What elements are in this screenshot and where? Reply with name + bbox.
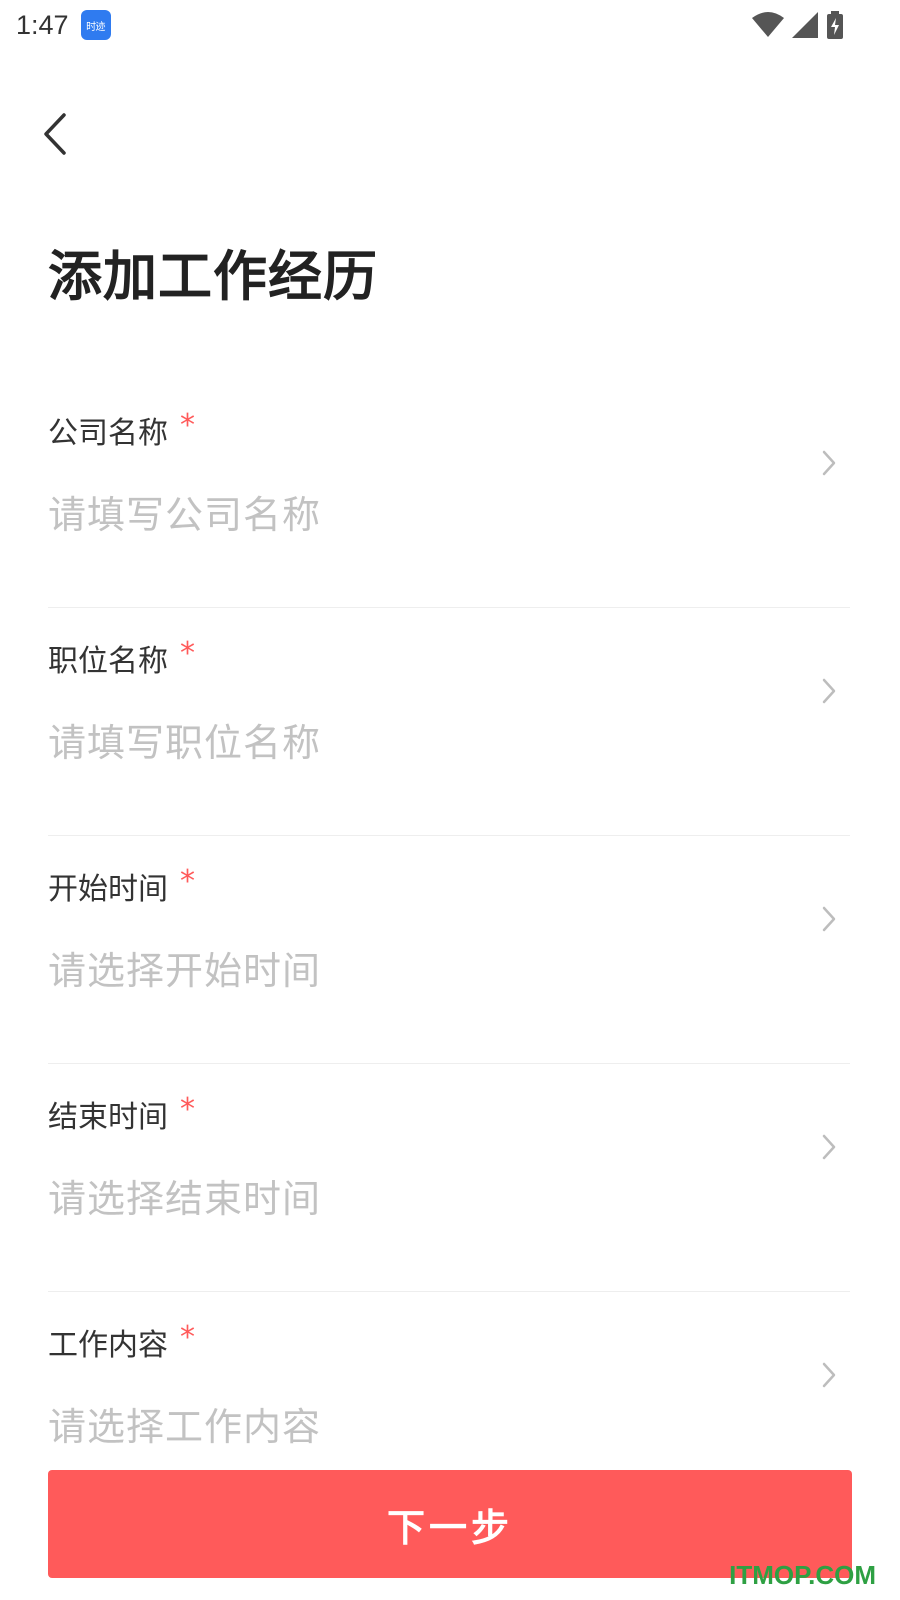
field-label: 公司名称 <box>48 416 168 451</box>
page-title: 添加工作经历 <box>48 245 378 308</box>
field-placeholder: 请选择工作内容 <box>48 1405 322 1449</box>
status-time: 1:47 <box>16 9 69 40</box>
chevron-right-icon <box>818 446 840 480</box>
position-name-field[interactable]: 职位名称 * 请填写职位名称 <box>48 608 850 836</box>
field-placeholder: 请选择结束时间 <box>48 1177 322 1221</box>
screen: 1:47 时迹 添加工作经历 公司名称 * 请填写公司名称 职位名称 * 请填写… <box>0 0 900 1600</box>
required-mark: * <box>180 408 195 443</box>
status-left: 1:47 时迹 <box>16 10 111 41</box>
chevron-right-icon <box>818 674 840 708</box>
field-placeholder: 请填写职位名称 <box>48 721 322 765</box>
watermark: ITMOP.COM <box>729 1560 876 1590</box>
chevron-right-icon <box>818 1130 840 1164</box>
company-name-field[interactable]: 公司名称 * 请填写公司名称 <box>48 380 850 608</box>
field-label: 职位名称 <box>48 644 168 679</box>
status-right <box>752 11 844 39</box>
field-placeholder: 请选择开始时间 <box>48 949 322 993</box>
signal-icon <box>792 12 818 38</box>
app-badge-icon: 时迹 <box>80 10 111 40</box>
chevron-left-icon <box>44 113 66 155</box>
start-time-field[interactable]: 开始时间 * 请选择开始时间 <box>48 836 850 1064</box>
status-bar: 1:47 时迹 <box>0 0 900 50</box>
required-mark: * <box>180 864 195 899</box>
required-mark: * <box>180 636 195 671</box>
field-label: 结束时间 <box>48 1100 168 1135</box>
field-placeholder: 请填写公司名称 <box>48 493 322 537</box>
work-experience-form: 公司名称 * 请填写公司名称 职位名称 * 请填写职位名称 开始时间 * 请选择… <box>48 380 850 1520</box>
wifi-icon <box>752 12 784 38</box>
end-time-field[interactable]: 结束时间 * 请选择结束时间 <box>48 1064 850 1292</box>
required-mark: * <box>180 1092 195 1127</box>
chevron-right-icon <box>818 1358 840 1392</box>
chevron-right-icon <box>818 902 840 936</box>
field-label: 开始时间 <box>48 872 168 907</box>
required-mark: * <box>180 1320 195 1355</box>
back-button[interactable] <box>32 108 78 160</box>
field-label: 工作内容 <box>48 1328 168 1363</box>
battery-charging-icon <box>826 11 844 39</box>
